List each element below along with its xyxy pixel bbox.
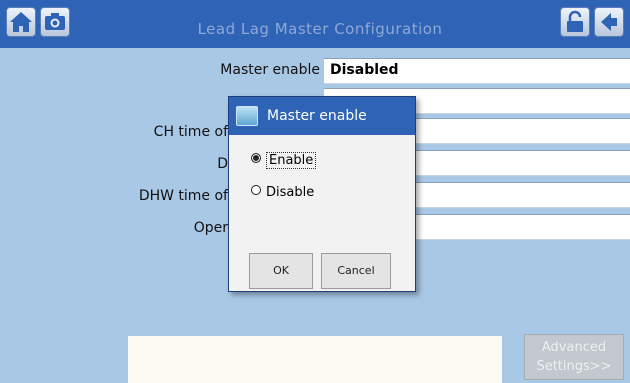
home-button[interactable] <box>6 7 36 37</box>
ch-time-of-label: CH time of <box>153 124 228 140</box>
master-enable-label: Master enable <box>220 62 320 78</box>
back-arrow-icon <box>601 13 617 31</box>
home-icon <box>10 12 32 32</box>
ok-button[interactable]: OK <box>249 253 313 289</box>
back-button[interactable] <box>594 7 624 37</box>
dialog-app-icon <box>236 106 258 126</box>
dialog-title: Master enable <box>267 108 367 124</box>
lock-button[interactable] <box>560 7 590 37</box>
page-title: Lead Lag Master Configuration <box>197 20 443 38</box>
camera-button[interactable] <box>40 7 70 37</box>
disable-radio[interactable]: Disable <box>251 185 314 200</box>
radio-selected-icon <box>251 153 261 163</box>
advanced-settings-line2: Settings>> <box>536 359 612 374</box>
d-label: D <box>217 156 228 172</box>
radio-unselected-icon <box>251 185 261 195</box>
disable-radio-label: Disable <box>266 185 315 200</box>
advanced-settings-button[interactable]: Advanced Settings>> <box>524 334 624 380</box>
master-enable-field[interactable]: Disabled <box>324 58 630 84</box>
lock-icon <box>567 10 583 32</box>
master-enable-dialog: Master enable Enable Disable OK Cancel <box>228 96 416 292</box>
camera-icon <box>45 13 65 30</box>
dhw-time-of-label: DHW time of <box>138 188 228 204</box>
bottom-panel <box>128 336 502 383</box>
enable-radio[interactable]: Enable <box>251 152 317 169</box>
enable-radio-label: Enable <box>266 152 317 169</box>
header-bar: Lead Lag Master Configuration <box>0 0 630 48</box>
cancel-button[interactable]: Cancel <box>321 253 391 289</box>
dialog-titlebar: Master enable <box>229 97 415 135</box>
oper-label: Oper <box>193 220 228 236</box>
advanced-settings-line1: Advanced <box>541 340 607 355</box>
